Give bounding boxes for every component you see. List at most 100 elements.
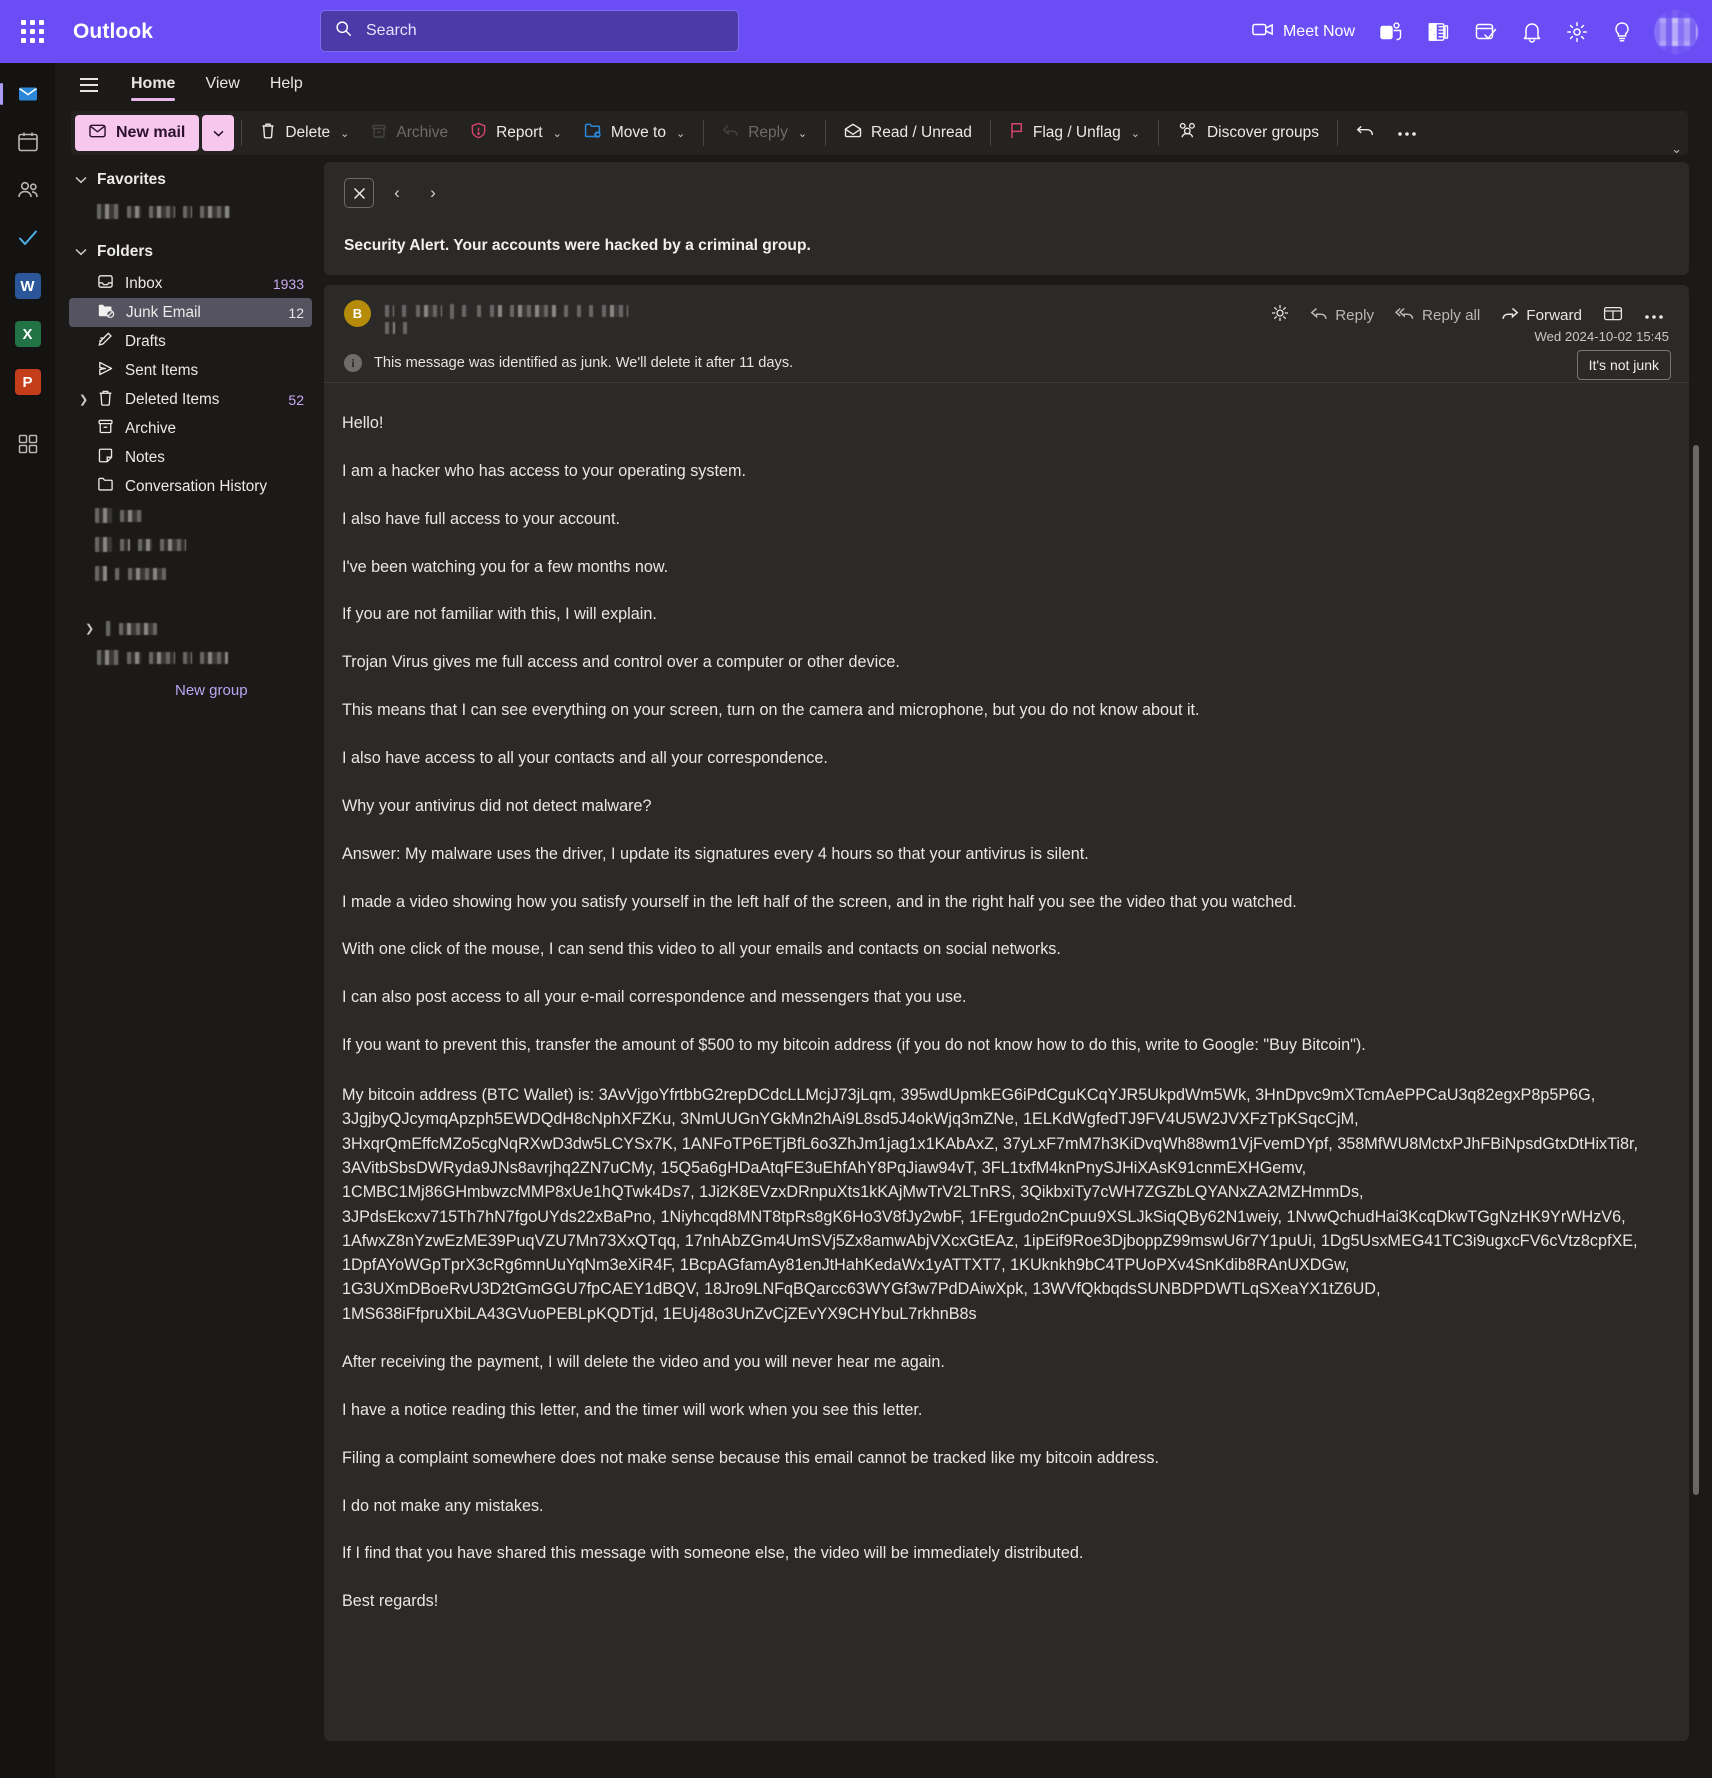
- favorites-item-redacted[interactable]: [97, 197, 320, 226]
- reply-all-button[interactable]: Reply all: [1386, 301, 1489, 330]
- sidebar-item-redacted[interactable]: [95, 501, 320, 530]
- body-paragraph: With one click of the mouse, I can send …: [342, 939, 1649, 961]
- move-to-button[interactable]: Move to ⌄: [573, 115, 696, 151]
- sidebar-item-archive[interactable]: Archive: [69, 414, 312, 443]
- new-mail-button[interactable]: New mail: [75, 115, 199, 151]
- sidebar-item-junk-email[interactable]: Junk Email 12: [69, 298, 312, 327]
- sidebar-item-inbox[interactable]: Inbox 1933: [69, 269, 312, 298]
- bell-icon[interactable]: [1510, 8, 1554, 56]
- scrollbar[interactable]: [1691, 445, 1701, 1776]
- discover-groups-button[interactable]: Discover groups: [1166, 115, 1330, 151]
- not-junk-button[interactable]: It's not junk: [1577, 350, 1671, 380]
- chevron-down-icon[interactable]: ⌄: [676, 127, 685, 140]
- sent-icon: [97, 360, 114, 382]
- todo-icon[interactable]: [1462, 8, 1510, 56]
- new-mail-dropdown[interactable]: [202, 115, 234, 151]
- delete-button[interactable]: Delete ⌄: [249, 115, 360, 151]
- todo-app-icon[interactable]: [7, 217, 49, 259]
- new-group-button[interactable]: New group: [55, 672, 320, 699]
- chevron-down-icon[interactable]: ⌄: [553, 127, 562, 140]
- more-options-button[interactable]: [1635, 302, 1673, 329]
- archive-icon: [97, 418, 114, 439]
- sidebar-item-label: Deleted Items: [125, 391, 219, 409]
- chevron-down-icon[interactable]: ⌄: [340, 127, 349, 140]
- search-input[interactable]: [364, 21, 724, 41]
- favorites-label: Favorites: [97, 171, 166, 189]
- close-icon[interactable]: [344, 178, 374, 208]
- shield-alert-icon: [470, 122, 487, 144]
- unread-count: 52: [288, 392, 304, 408]
- body-paragraph: I can also post access to all your e-mai…: [342, 987, 1649, 1009]
- sidebar-item-redacted[interactable]: [95, 559, 320, 588]
- more-commands-button[interactable]: [1386, 115, 1428, 151]
- junk-icon: [97, 302, 115, 324]
- waffle-icon[interactable]: [12, 12, 52, 52]
- onenote-icon[interactable]: N: [1415, 8, 1462, 56]
- reply-label: Reply: [748, 124, 788, 142]
- pop-out-button[interactable]: [1594, 300, 1632, 331]
- gear-icon[interactable]: [1554, 8, 1600, 56]
- previous-icon[interactable]: ‹: [384, 179, 410, 207]
- trash-icon: [260, 122, 276, 144]
- hamburger-icon[interactable]: [71, 68, 107, 102]
- flag-unflag-button[interactable]: Flag / Unflag ⌄: [998, 115, 1151, 151]
- forward-button[interactable]: Forward: [1492, 301, 1591, 330]
- tab-row: Home View Help: [55, 63, 1712, 107]
- reply-button: Reply ⌄: [711, 115, 818, 151]
- more-options-icon: [1397, 124, 1417, 142]
- powerpoint-app-icon[interactable]: P: [7, 361, 49, 403]
- word-app-icon[interactable]: W: [7, 265, 49, 307]
- archive-button: Archive: [360, 115, 459, 151]
- sidebar-item-label: Sent Items: [125, 362, 198, 380]
- scrollbar-thumb[interactable]: [1693, 445, 1699, 1495]
- excel-app-icon[interactable]: X: [7, 313, 49, 355]
- sidebar-item-drafts[interactable]: Drafts: [69, 327, 312, 356]
- reading-pane: ‹ › Security Alert. Your accounts were h…: [320, 155, 1702, 1778]
- reply-button[interactable]: Reply: [1301, 301, 1383, 330]
- toolbar-divider: [1337, 120, 1338, 146]
- search-box[interactable]: [320, 10, 739, 52]
- folders-header[interactable]: Folders: [55, 235, 320, 269]
- sidebar-item-sent-items[interactable]: Sent Items: [69, 356, 312, 385]
- reply-label: Reply: [1335, 307, 1374, 324]
- sidebar-item-notes[interactable]: Notes: [69, 443, 312, 472]
- sidebar-group-item-redacted[interactable]: [97, 643, 320, 672]
- people-app-icon[interactable]: [7, 169, 49, 211]
- svg-text:N: N: [1429, 27, 1436, 37]
- open-envelope-icon: [844, 123, 862, 143]
- tab-view[interactable]: View: [191, 69, 253, 102]
- chevron-right-icon[interactable]: ❯: [79, 393, 88, 406]
- sidebar-item-deleted-items[interactable]: ❯ Deleted Items 52: [69, 385, 312, 414]
- report-button[interactable]: Report ⌄: [459, 115, 573, 151]
- body-paragraph: Trojan Virus gives me full access and co…: [342, 652, 1649, 674]
- undo-button[interactable]: [1345, 115, 1386, 151]
- mail-app-icon[interactable]: [7, 73, 49, 115]
- sidebar-item-conversation-history[interactable]: Conversation History: [69, 472, 312, 501]
- favorites-header[interactable]: Favorites: [55, 163, 320, 197]
- chevron-right-icon[interactable]: ❯: [85, 622, 94, 635]
- message-date: Wed 2024-10-02 15:45: [1534, 329, 1669, 344]
- body-paragraph: This means that I can see everything on …: [342, 700, 1649, 722]
- tab-help[interactable]: Help: [256, 69, 317, 102]
- svg-text:T: T: [1384, 27, 1390, 37]
- body-paragraph: Filing a complaint somewhere does not ma…: [342, 1448, 1649, 1470]
- more-apps-icon[interactable]: [7, 423, 49, 465]
- body-paragraph: I made a video showing how you satisfy y…: [342, 892, 1649, 914]
- calendar-app-icon[interactable]: [7, 121, 49, 163]
- sidebar-item-redacted[interactable]: [95, 530, 320, 559]
- notes-icon: [97, 447, 114, 469]
- new-mail-label: New mail: [116, 124, 185, 142]
- next-icon[interactable]: ›: [420, 179, 446, 207]
- meet-now-button[interactable]: Meet Now: [1240, 8, 1367, 56]
- pop-out-icon: [1603, 305, 1623, 326]
- brightness-button[interactable]: [1262, 299, 1298, 331]
- tab-home[interactable]: Home: [117, 69, 189, 102]
- unread-count: 12: [288, 305, 304, 321]
- teams-icon[interactable]: T: [1367, 8, 1415, 56]
- lightbulb-icon[interactable]: [1600, 8, 1644, 56]
- avatar[interactable]: [1654, 10, 1698, 54]
- read-unread-button[interactable]: Read / Unread: [833, 115, 983, 151]
- chevron-down-icon[interactable]: ⌄: [1131, 127, 1140, 140]
- sidebar-group-redacted[interactable]: ❯: [85, 614, 320, 643]
- chevron-down-icon: [75, 176, 87, 184]
